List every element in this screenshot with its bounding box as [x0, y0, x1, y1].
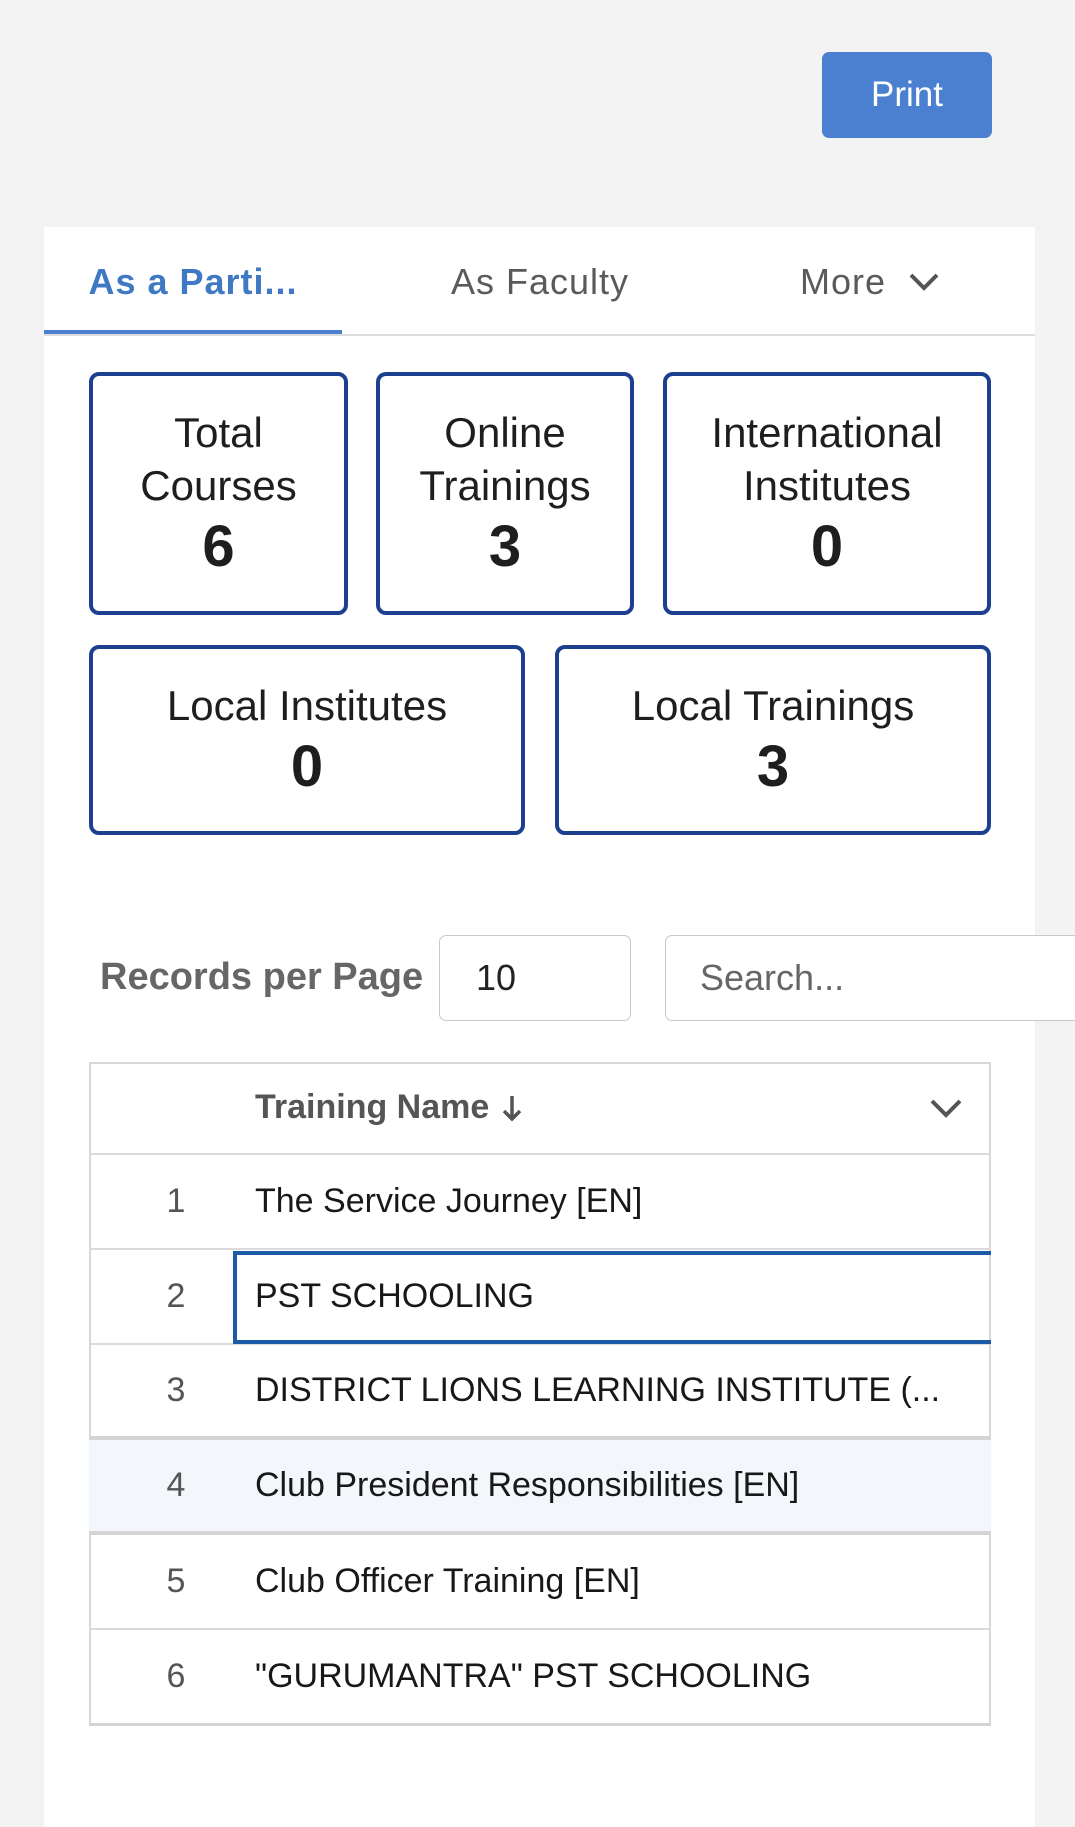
training-name-cell[interactable]: Club President Responsibilities [EN]	[255, 1466, 799, 1505]
tab-as-a-participant[interactable]: As a Parti...	[44, 227, 342, 336]
search-input[interactable]: Search...	[665, 935, 1075, 1021]
stat-label: Local Institutes	[166, 681, 448, 729]
table-header[interactable]: Training Name	[89, 1062, 991, 1155]
stat-international-institutes: International Institutes 0	[663, 372, 991, 615]
tab-more[interactable]: More	[740, 227, 1000, 336]
tab-label: As Faculty	[450, 260, 630, 302]
training-name-cell[interactable]: DISTRICT LIONS LEARNING INSTITUTE (...	[255, 1371, 940, 1410]
stat-value: 0	[810, 513, 844, 579]
row-number: 5	[166, 1562, 186, 1600]
chevron-down-icon	[909, 273, 939, 291]
stat-value: 0	[290, 733, 324, 799]
stat-label: Total	[174, 408, 263, 456]
tab-as-faculty[interactable]: As Faculty	[370, 227, 710, 336]
print-button[interactable]: Print	[822, 52, 992, 138]
training-name-cell[interactable]: Club Officer Training [EN]	[255, 1562, 640, 1601]
arrow-down-icon	[503, 1095, 522, 1121]
row-number: 6	[166, 1657, 186, 1695]
tab-label: As a Parti...	[88, 260, 298, 302]
table-row[interactable]: 6 "GURUMANTRA" PST SCHOOLING	[89, 1630, 991, 1726]
stat-value: 3	[756, 733, 790, 799]
stat-label: Local Trainings	[631, 681, 915, 729]
tab-label: More	[799, 260, 887, 302]
column-header-training-name[interactable]: Training Name	[255, 1088, 489, 1127]
table-row[interactable]: 1 The Service Journey [EN]	[89, 1155, 991, 1250]
stat-label: Online	[444, 408, 566, 456]
stat-online-trainings: Online Trainings 3	[376, 372, 634, 615]
table-row[interactable]: 3 DISTRICT LIONS LEARNING INSTITUTE (...	[89, 1345, 991, 1440]
row-number: 3	[166, 1371, 186, 1409]
tab-divider	[44, 334, 1035, 336]
stat-local-institutes: Local Institutes 0	[89, 645, 525, 835]
row-number: 2	[166, 1277, 186, 1315]
stat-label: International	[711, 408, 943, 456]
table-row[interactable]: 5 Club Officer Training [EN]	[89, 1535, 991, 1630]
stat-label: Courses	[140, 461, 297, 509]
row-number: 1	[166, 1182, 186, 1220]
stat-total-courses: Total Courses 6	[89, 372, 348, 615]
chevron-down-icon[interactable]	[929, 1097, 963, 1119]
stat-local-trainings: Local Trainings 3	[555, 645, 991, 835]
stat-value: 6	[202, 513, 235, 579]
training-name-cell[interactable]: "GURUMANTRA" PST SCHOOLING	[255, 1657, 811, 1696]
records-per-page-input[interactable]: 10	[439, 935, 631, 1021]
stat-label: Trainings	[419, 461, 591, 509]
focused-cell-outline	[233, 1251, 991, 1344]
table-row[interactable]: 4 Club President Responsibilities [EN]	[89, 1440, 991, 1535]
stat-label: Institutes	[742, 461, 912, 509]
records-per-page-label: Records per Page	[100, 956, 424, 998]
stat-value: 3	[488, 513, 522, 579]
training-name-cell[interactable]: The Service Journey [EN]	[255, 1182, 642, 1221]
row-number: 4	[166, 1466, 186, 1504]
